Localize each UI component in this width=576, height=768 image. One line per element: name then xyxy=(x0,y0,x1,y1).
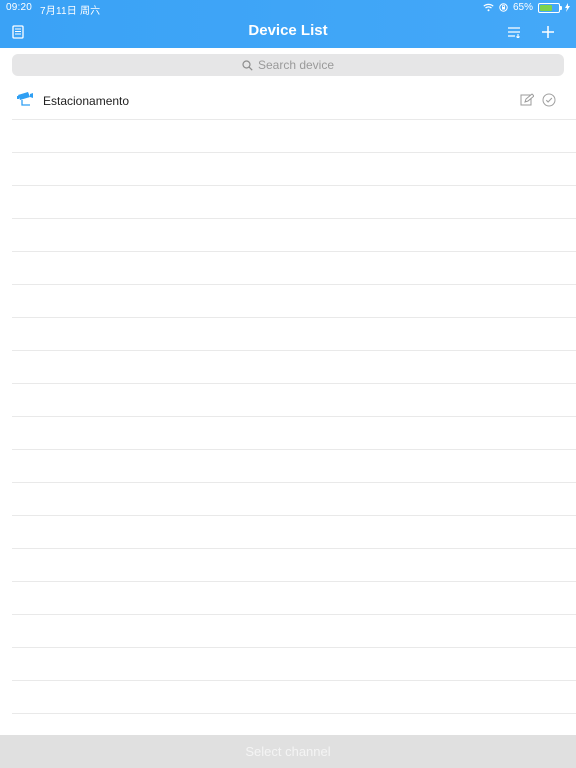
edit-device-button[interactable] xyxy=(520,93,535,107)
empty-row xyxy=(12,153,576,186)
edit-icon xyxy=(520,93,535,106)
wifi-icon xyxy=(483,3,494,12)
select-device-button[interactable] xyxy=(542,93,556,107)
empty-row xyxy=(12,549,576,582)
plus-icon xyxy=(542,26,554,38)
page-title: Device List xyxy=(248,22,328,39)
app-header: 09:20 7月11日 周六 65% Device List xyxy=(0,0,576,48)
empty-row xyxy=(12,582,576,615)
empty-row xyxy=(12,252,576,285)
check-circle-icon xyxy=(542,93,556,107)
search-icon xyxy=(242,59,253,71)
empty-row xyxy=(12,417,576,450)
battery-text: 65% xyxy=(512,2,533,13)
battery-icon xyxy=(538,2,562,13)
battery-fill xyxy=(540,4,552,11)
status-bar: 09:20 7月11日 周六 65% xyxy=(0,0,576,17)
rotation-lock-icon xyxy=(499,3,508,12)
empty-row xyxy=(12,186,576,219)
status-date: 7月11日 周六 xyxy=(40,6,101,17)
status-left: 09:20 7月11日 周六 xyxy=(6,2,100,17)
device-row-estacionamento[interactable]: Estacionamento xyxy=(12,82,576,120)
search-device-field[interactable]: Search device xyxy=(12,54,564,76)
navigation-bar: Device List xyxy=(0,16,576,48)
charging-icon xyxy=(565,3,570,12)
device-list: Estacionamento xyxy=(12,82,576,714)
search-placeholder: Search device xyxy=(257,58,335,72)
empty-row xyxy=(12,285,576,318)
empty-row xyxy=(12,483,576,516)
empty-row xyxy=(12,120,576,153)
status-time: 09:20 xyxy=(6,2,33,13)
empty-row xyxy=(12,219,576,252)
empty-row xyxy=(12,450,576,483)
status-right: 65% xyxy=(483,2,570,13)
empty-row xyxy=(12,648,576,681)
select-channel-label: Select channel xyxy=(245,744,331,759)
add-device-button[interactable] xyxy=(538,22,558,42)
empty-row xyxy=(12,384,576,417)
empty-row xyxy=(12,681,576,714)
camera-icon xyxy=(17,92,33,106)
select-channel-button[interactable]: Select channel xyxy=(0,735,576,768)
sort-list-icon xyxy=(507,27,520,38)
empty-row xyxy=(12,351,576,384)
empty-row xyxy=(12,516,576,549)
sort-button[interactable] xyxy=(504,22,524,42)
empty-row xyxy=(12,318,576,351)
device-name: Estacionamento xyxy=(43,94,130,108)
empty-row xyxy=(12,615,576,648)
